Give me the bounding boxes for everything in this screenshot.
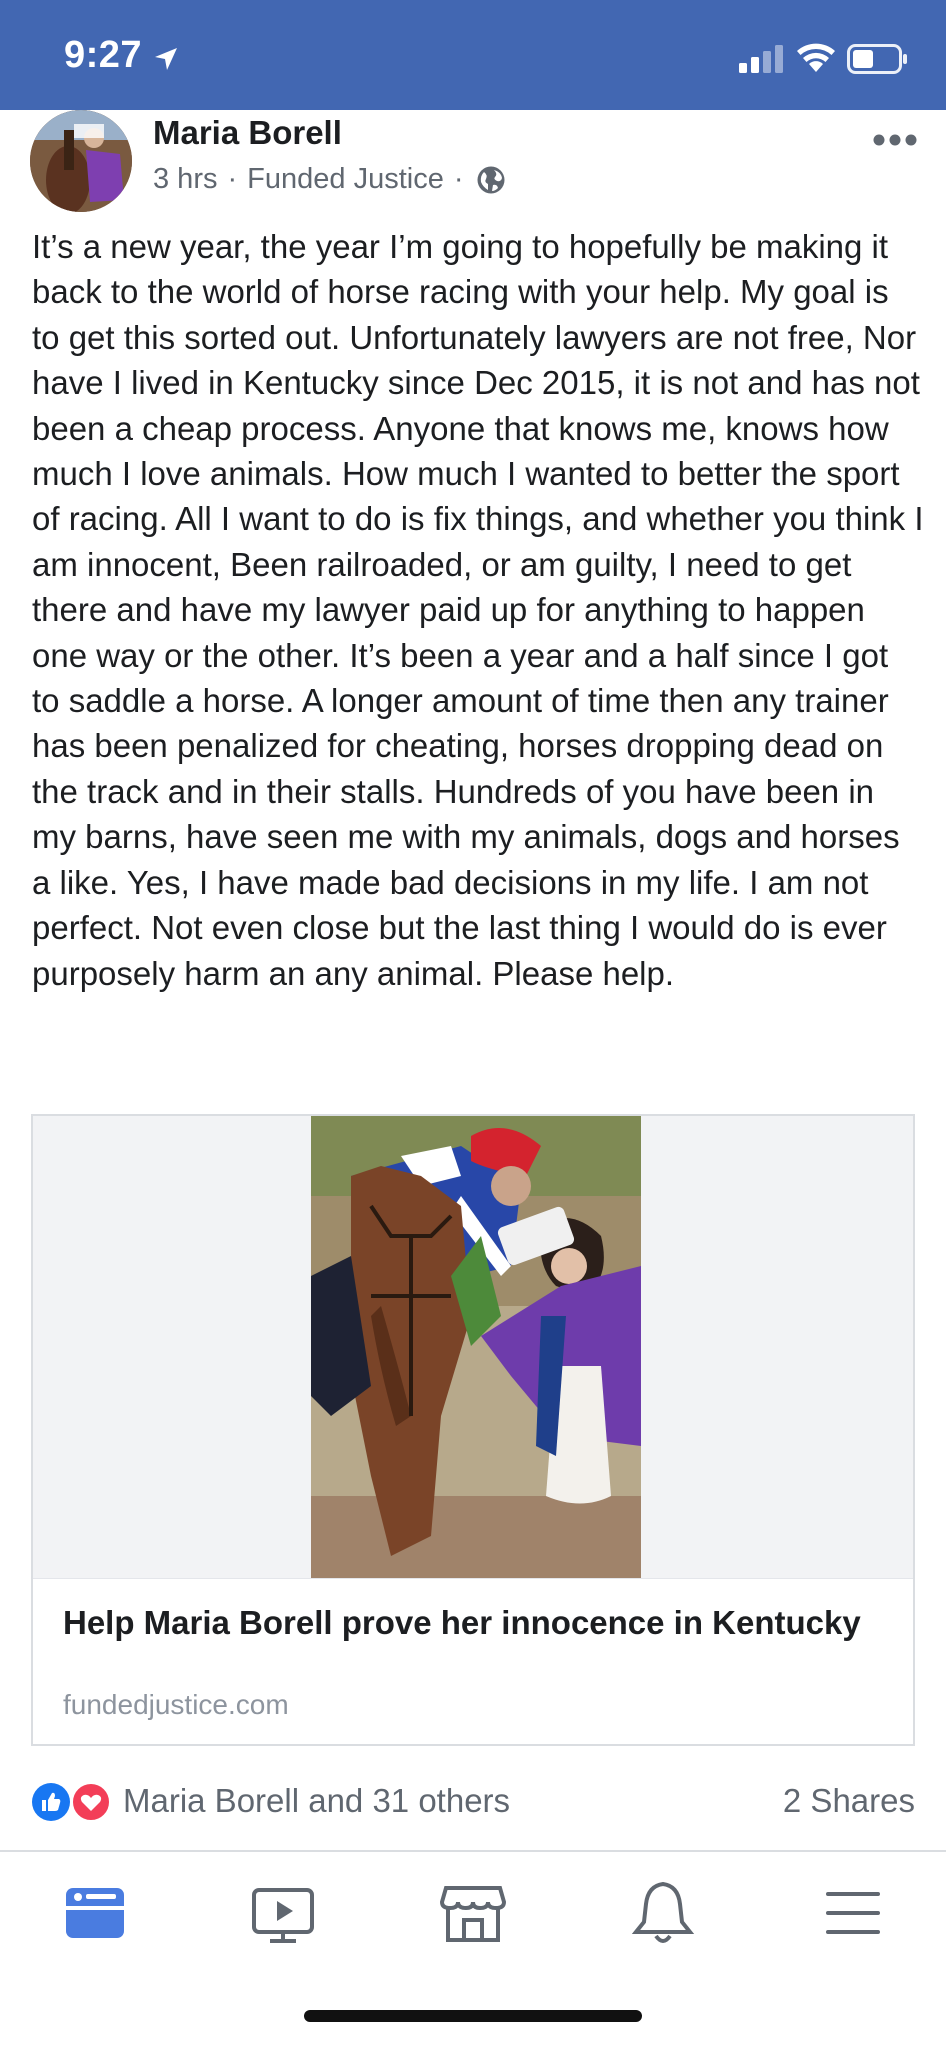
like-icon (32, 1783, 70, 1821)
notifications-bell-icon[interactable] (628, 1878, 698, 1948)
author-name[interactable]: Maria Borell (153, 114, 342, 152)
home-indicator[interactable] (304, 2010, 642, 2022)
watch-video-icon[interactable] (248, 1878, 318, 1948)
love-icon (71, 1782, 111, 1822)
reaction-icons[interactable] (31, 1782, 113, 1822)
marketplace-icon[interactable] (438, 1878, 508, 1948)
author-avatar[interactable] (30, 110, 132, 212)
post-meta: 3 hrs · Funded Justice · (153, 163, 506, 196)
wifi-icon (797, 43, 835, 72)
link-preview-title[interactable]: Help Maria Borell prove her innocence in… (63, 1601, 883, 1644)
shares-count[interactable]: 2 Shares (783, 1782, 915, 1820)
menu-icon[interactable] (818, 1878, 888, 1948)
globe-icon[interactable] (476, 165, 506, 195)
link-preview-image-area[interactable] (33, 1116, 913, 1578)
post-time[interactable]: 3 hrs (153, 163, 217, 196)
news-feed-icon[interactable] (60, 1878, 130, 1948)
meta-separator: · (227, 163, 238, 195)
meta-separator: · (453, 163, 464, 195)
link-preview-photo[interactable] (311, 1116, 641, 1578)
link-preview-domain: fundedjustice.com (63, 1689, 289, 1720)
link-preview-info[interactable]: Help Maria Borell prove her innocence in… (33, 1578, 913, 1745)
more-options-icon[interactable] (872, 132, 918, 148)
battery-icon (847, 44, 907, 74)
status-bar: 9:27 (0, 0, 946, 110)
reactions-row: Maria Borell and 31 others 2 Shares (31, 1782, 915, 1822)
cellular-signal-icon (739, 45, 783, 73)
location-arrow-icon (155, 48, 177, 70)
post-via-app[interactable]: Funded Justice (247, 163, 444, 196)
reactions-summary[interactable]: Maria Borell and 31 others (123, 1782, 510, 1820)
link-preview-card[interactable]: Help Maria Borell prove her innocence in… (31, 1114, 915, 1746)
post-text: It’s a new year, the year I’m going to h… (32, 228, 924, 992)
status-time: 9:27 (64, 34, 143, 76)
bottom-tab-bar (0, 1852, 946, 1972)
